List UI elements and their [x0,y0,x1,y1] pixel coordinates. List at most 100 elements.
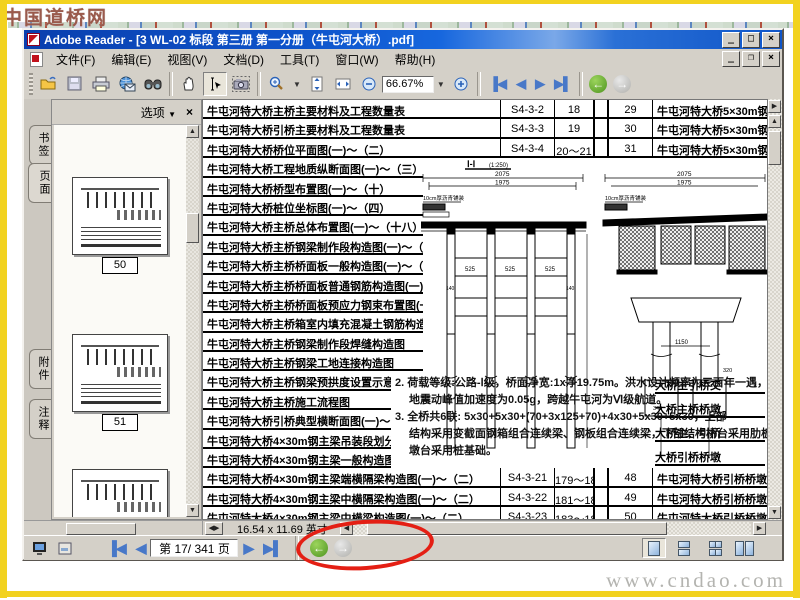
page-thumbnail-label[interactable]: 51 [102,414,138,431]
menu-item[interactable]: 工具(T) [272,51,327,69]
zoom-level-dropdown[interactable]: ▼ [437,80,445,89]
thumbnail-preview [77,339,163,407]
last-page-icon[interactable]: ▶▌ [263,540,283,557]
scroll-up-icon[interactable]: ▲ [768,115,781,128]
scrollbar-thumb[interactable] [768,131,781,165]
previous-page-icon[interactable]: ◀ [136,540,147,557]
sidebar-tab-comments[interactable]: 注释 [29,399,51,439]
hscroll-right-icon[interactable]: ▶ [753,522,766,535]
menu-item[interactable]: 视图(V) [159,51,215,69]
site-logo: 中国道桥网 [3,8,109,29]
last-page-icon[interactable]: ▶▌ [554,76,572,92]
chevron-down-icon: ▼ [168,109,176,119]
toc-table-row: 牛屯河特大桥4×30m钢主梁中横隔梁构造图(一)～（二） S4-3-22 181～1… [203,487,767,508]
fullscreen-icon[interactable] [32,541,48,555]
next-page-icon[interactable]: ▶ [243,540,254,557]
toc-cell: 179～180 [555,468,595,486]
document-page: 牛屯河特大桥主桥主要材料及工程数量表 S4-3-2 18 29 牛屯河特大桥5×30m钢… [202,99,768,520]
toolbar-grip[interactable] [29,73,33,95]
maximize-button[interactable]: □ [742,31,760,48]
open-button[interactable] [37,72,61,96]
scroll-down-icon[interactable]: ▼ [768,506,781,519]
next-page-icon[interactable]: ▶ [535,76,545,92]
menu-item[interactable]: 编辑(E) [103,51,159,69]
previous-page-icon[interactable]: ◀ [516,76,526,92]
print-button[interactable] [89,72,113,96]
splitter-icon[interactable]: ◀▶ [205,522,223,535]
frame-top [0,0,800,4]
menu-item[interactable]: 帮助(H) [387,51,444,69]
scroll-down-icon[interactable]: ▼ [186,504,199,517]
title-bar[interactable]: Adobe Reader - [3 WL-02 标段 第三册 第一分册（牛屯河大… [24,30,782,49]
page-number-field[interactable]: 第 17/ 341 页 [150,539,239,557]
close-button[interactable]: × [762,31,780,48]
site-watermark: www.cndao.com [606,568,786,592]
minimize-button[interactable]: _ [722,31,740,48]
tool-bar: ▼ ▼ ▐◀ ◀ ▶ ▶▌ ← → [24,69,782,100]
save-button[interactable] [63,72,87,96]
facing-view-button[interactable] [702,538,726,558]
go-back-button[interactable]: ← [589,75,608,93]
panel-hscrollbar[interactable] [66,522,136,535]
frame-left [0,0,7,598]
continuous-view-button[interactable] [672,538,696,558]
document-scrollbar[interactable]: ▶ ▲ ▼ [768,99,782,520]
svg-text:1150: 1150 [675,340,689,346]
thumbnail-preview [77,474,163,517]
sidebar-tab-pages[interactable]: 页面 [28,163,52,203]
menu-item[interactable]: 文件(F) [48,51,103,69]
expand-pane-icon[interactable]: ▶ [768,100,781,113]
svg-text:525: 525 [465,267,476,273]
page-thumbnail-50[interactable] [72,177,168,255]
toc-cell: 49 [609,487,653,506]
select-tool-button[interactable] [203,72,227,96]
scrollbar-thumb[interactable] [186,213,199,243]
page-thumbnail-51[interactable] [72,334,168,412]
svg-text:10cm厚沥青铺装: 10cm厚沥青铺装 [605,194,646,202]
panel-close-button[interactable]: × [186,105,193,119]
toc-cell: 牛屯河特大桥主桥主要材料及工程数量表 [203,100,501,118]
toc-cell [595,119,609,137]
two-up-view-button[interactable] [732,538,756,558]
hand-tool-button[interactable] [177,72,201,96]
thumbnail-list: 50 51 [54,125,186,517]
doc-close-button[interactable]: × [762,51,780,67]
toc-table-row: 牛屯河特大桥4×30m钢主梁中横梁构造图(一)～（二）S4-3-23183～18… [203,507,767,519]
toc-cell: 50 [609,507,653,519]
zoom-out-button[interactable] [357,72,381,96]
toolbar-separator [579,72,584,96]
zoom-in-button[interactable] [449,72,473,96]
single-page-view-button[interactable] [642,538,666,558]
go-forward-button[interactable]: → [613,75,632,93]
menu-item[interactable]: 文档(D) [215,51,272,69]
snapshot-button[interactable] [229,72,253,96]
search-button[interactable] [141,72,165,96]
toc-cell [595,100,609,118]
window-mode-icon[interactable] [58,542,73,555]
panel-scrollbar[interactable]: ▲ ▼ [186,125,199,517]
sidebar-tab-bookmarks[interactable]: 书签 [29,125,51,165]
svg-text:2075: 2075 [495,171,510,178]
zoom-tool-button[interactable] [265,72,289,96]
first-page-icon[interactable]: ▐◀ [489,76,507,92]
first-page-icon[interactable]: ▐◀ [107,540,127,557]
zoom-tool-dropdown[interactable]: ▼ [293,80,301,89]
scroll-up-icon[interactable]: ▲ [186,125,199,138]
page-thumbnail-52[interactable] [72,469,168,517]
document-icon[interactable] [30,51,43,67]
svg-text:525: 525 [505,267,516,273]
fit-page-button[interactable] [305,72,329,96]
doc-restore-button[interactable]: ❐ [742,51,760,67]
doc-minimize-button[interactable]: _ [722,51,740,67]
panel-options-button[interactable]: 选项 ▼ [141,104,176,121]
toc-cell: 48 [609,468,653,486]
sidebar-tab-attachments[interactable]: 附件 [29,349,51,389]
toc-cell: 牛屯河特大桥4×30m钢主梁中横梁构造图(一)～（二） [203,507,501,519]
fit-width-button[interactable] [331,72,355,96]
menu-item[interactable]: 窗口(W) [327,51,386,69]
note-line: 地震动峰值加速度为0.05g，跨越牛屯河为Ⅵ级航道。 [409,394,668,406]
page-thumbnail-label[interactable]: 50 [102,257,138,274]
zoom-level-input[interactable] [381,75,434,93]
toc-cell: S4-3-4 [501,138,555,157]
email-button[interactable] [115,72,139,96]
